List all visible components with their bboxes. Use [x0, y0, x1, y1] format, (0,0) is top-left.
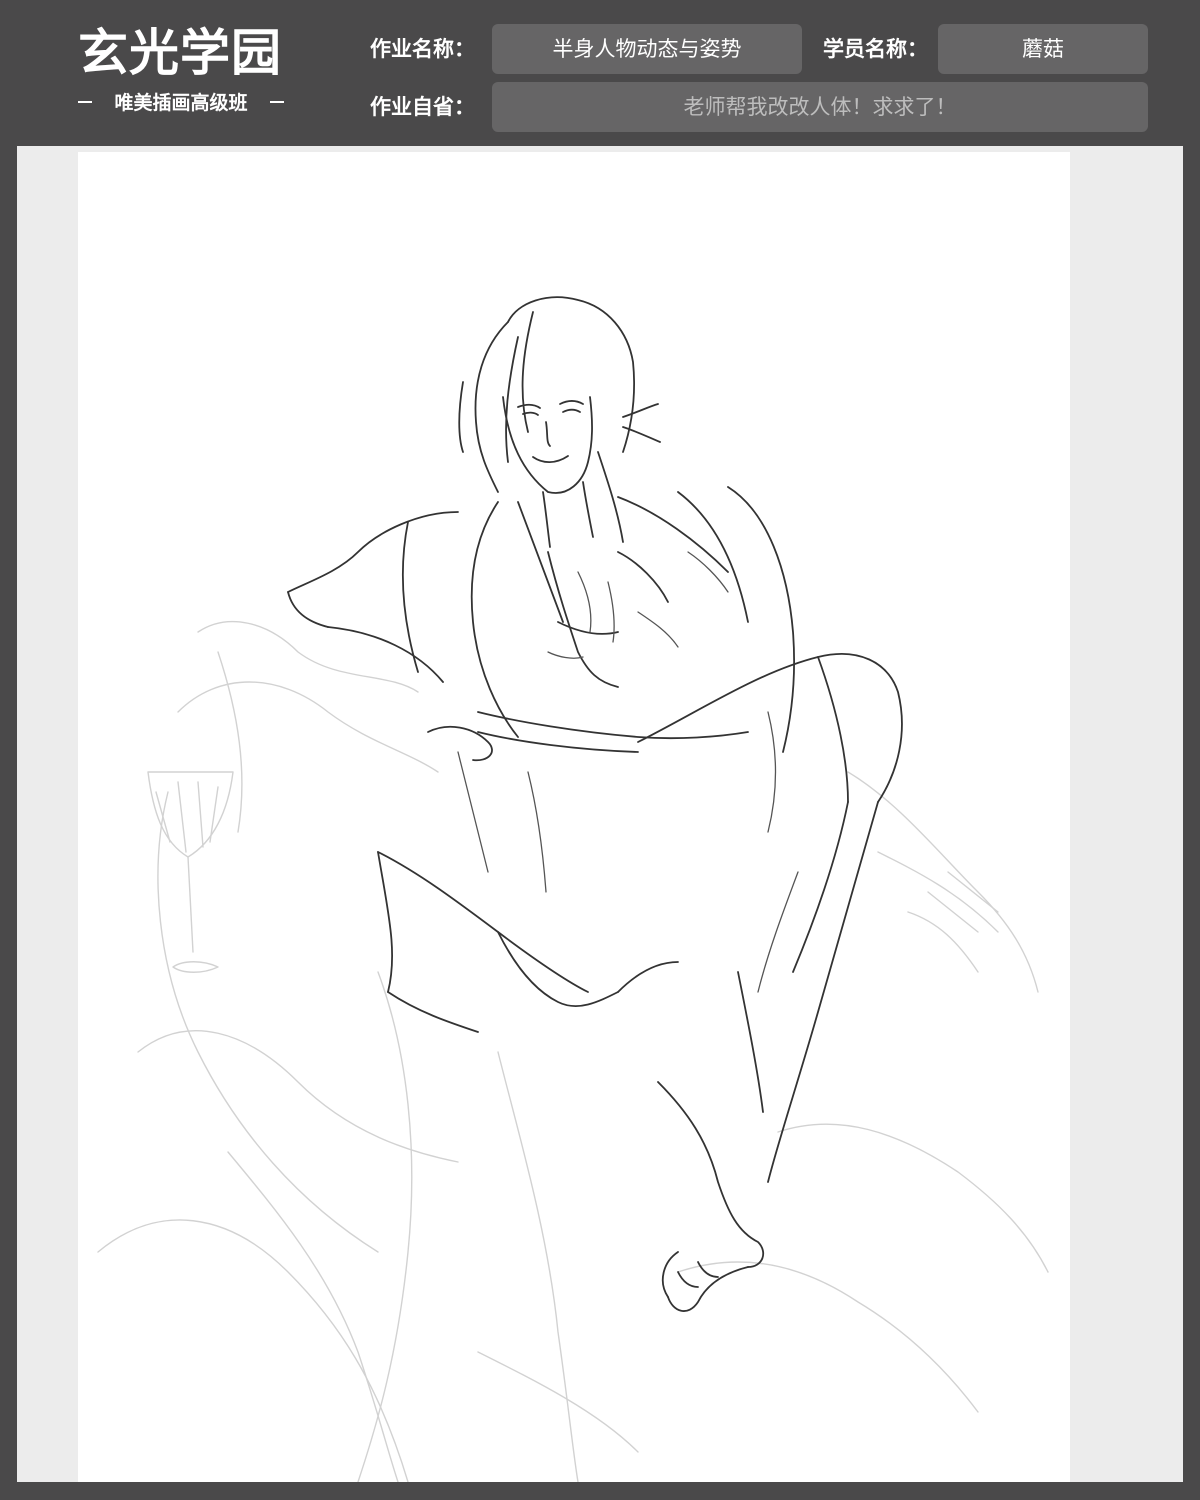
background-construction-lines [97, 620, 1049, 1482]
assignment-name-label: 作业名称： [370, 37, 475, 61]
header-bar: 玄光学园 唯美插画高级班 作业名称： 半身人物动态与姿势 学员名称： 蘑菇 作业… [0, 0, 1200, 146]
right-dash [269, 100, 284, 103]
student-name-label: 学员名称： [823, 37, 928, 61]
assignment-name-field: 半身人物动态与姿势 [492, 24, 802, 74]
figure-sketch [97, 296, 1049, 1482]
logo-title: 玄光学园 [78, 23, 282, 82]
figure-lines [287, 296, 903, 1312]
logo-subtitle-row: 唯美插画高级班 [78, 88, 284, 115]
student-name-field: 蘑菇 [938, 24, 1148, 74]
left-dash [78, 100, 92, 103]
logo-subtitle: 唯美插画高级班 [114, 92, 248, 114]
logo: 玄光学园 唯美插画高级班 [78, 22, 288, 115]
canvas-frame [17, 146, 1183, 1482]
artwork-paper [78, 152, 1070, 1482]
self-review-label: 作业自省： [370, 95, 475, 119]
self-review-field: 老师帮我改改人体！求求了！ [492, 82, 1148, 132]
